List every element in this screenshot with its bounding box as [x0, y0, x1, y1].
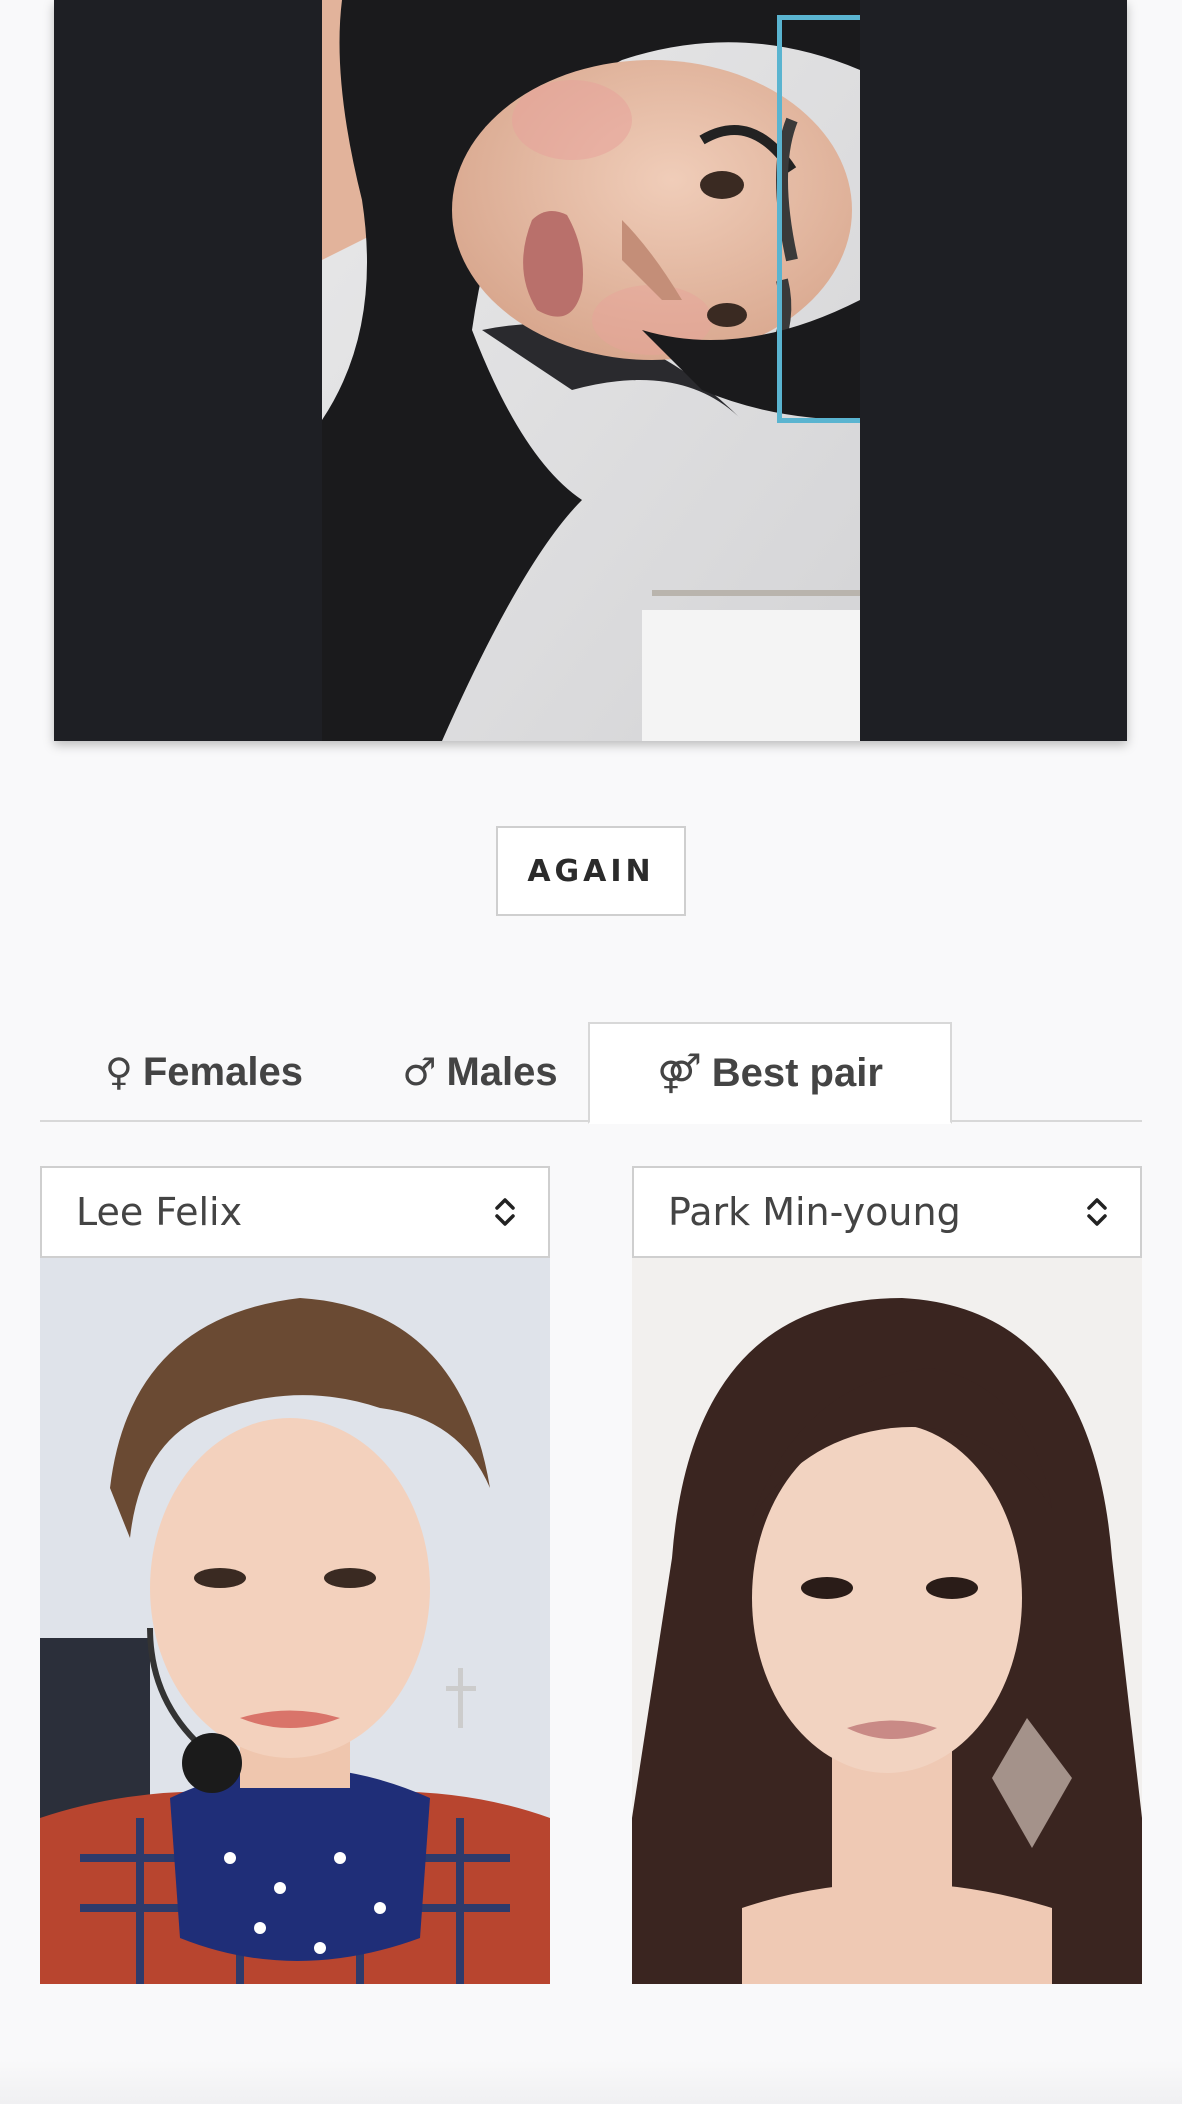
tab-males-label: Males [446, 1049, 558, 1094]
female-symbol-icon: ♀ [105, 1050, 133, 1094]
chevron-up-down-icon [495, 1198, 515, 1226]
tab-males[interactable]: ♂ Males [370, 1022, 590, 1122]
uploaded-photo-panel [54, 0, 1127, 741]
left-celebrity-select[interactable]: Lee Felix [40, 1166, 550, 1258]
tab-females[interactable]: ♀ Females [74, 1022, 334, 1122]
again-button[interactable]: AGAIN [496, 826, 686, 916]
page-footer-fade [0, 2060, 1182, 2104]
left-celebrity-image [40, 1258, 550, 1984]
tab-best-pair[interactable]: ⚤ Best pair [588, 1022, 952, 1124]
male-symbol-icon: ♂ [402, 1050, 437, 1094]
page: AGAIN ♀ Females ♂ Males ⚤ Best pair Lee … [0, 0, 1182, 2104]
right-select-value: Park Min-young [668, 1190, 961, 1234]
result-tabs: ♀ Females ♂ Males ⚤ Best pair [40, 1022, 1142, 1124]
left-select-value: Lee Felix [76, 1190, 243, 1234]
face-detection-box [777, 15, 860, 423]
pair-symbol-icon: ⚤ [657, 1051, 702, 1095]
right-celebrity-select[interactable]: Park Min-young [632, 1166, 1142, 1258]
tab-females-label: Females [142, 1049, 303, 1094]
tab-best-pair-label: Best pair [711, 1050, 883, 1095]
uploaded-photo [322, 0, 860, 741]
right-celebrity-image [632, 1258, 1142, 1984]
right-celebrity-photo [632, 1258, 1142, 1984]
chevron-up-down-icon [1087, 1198, 1107, 1226]
left-celebrity-photo [40, 1258, 550, 1984]
